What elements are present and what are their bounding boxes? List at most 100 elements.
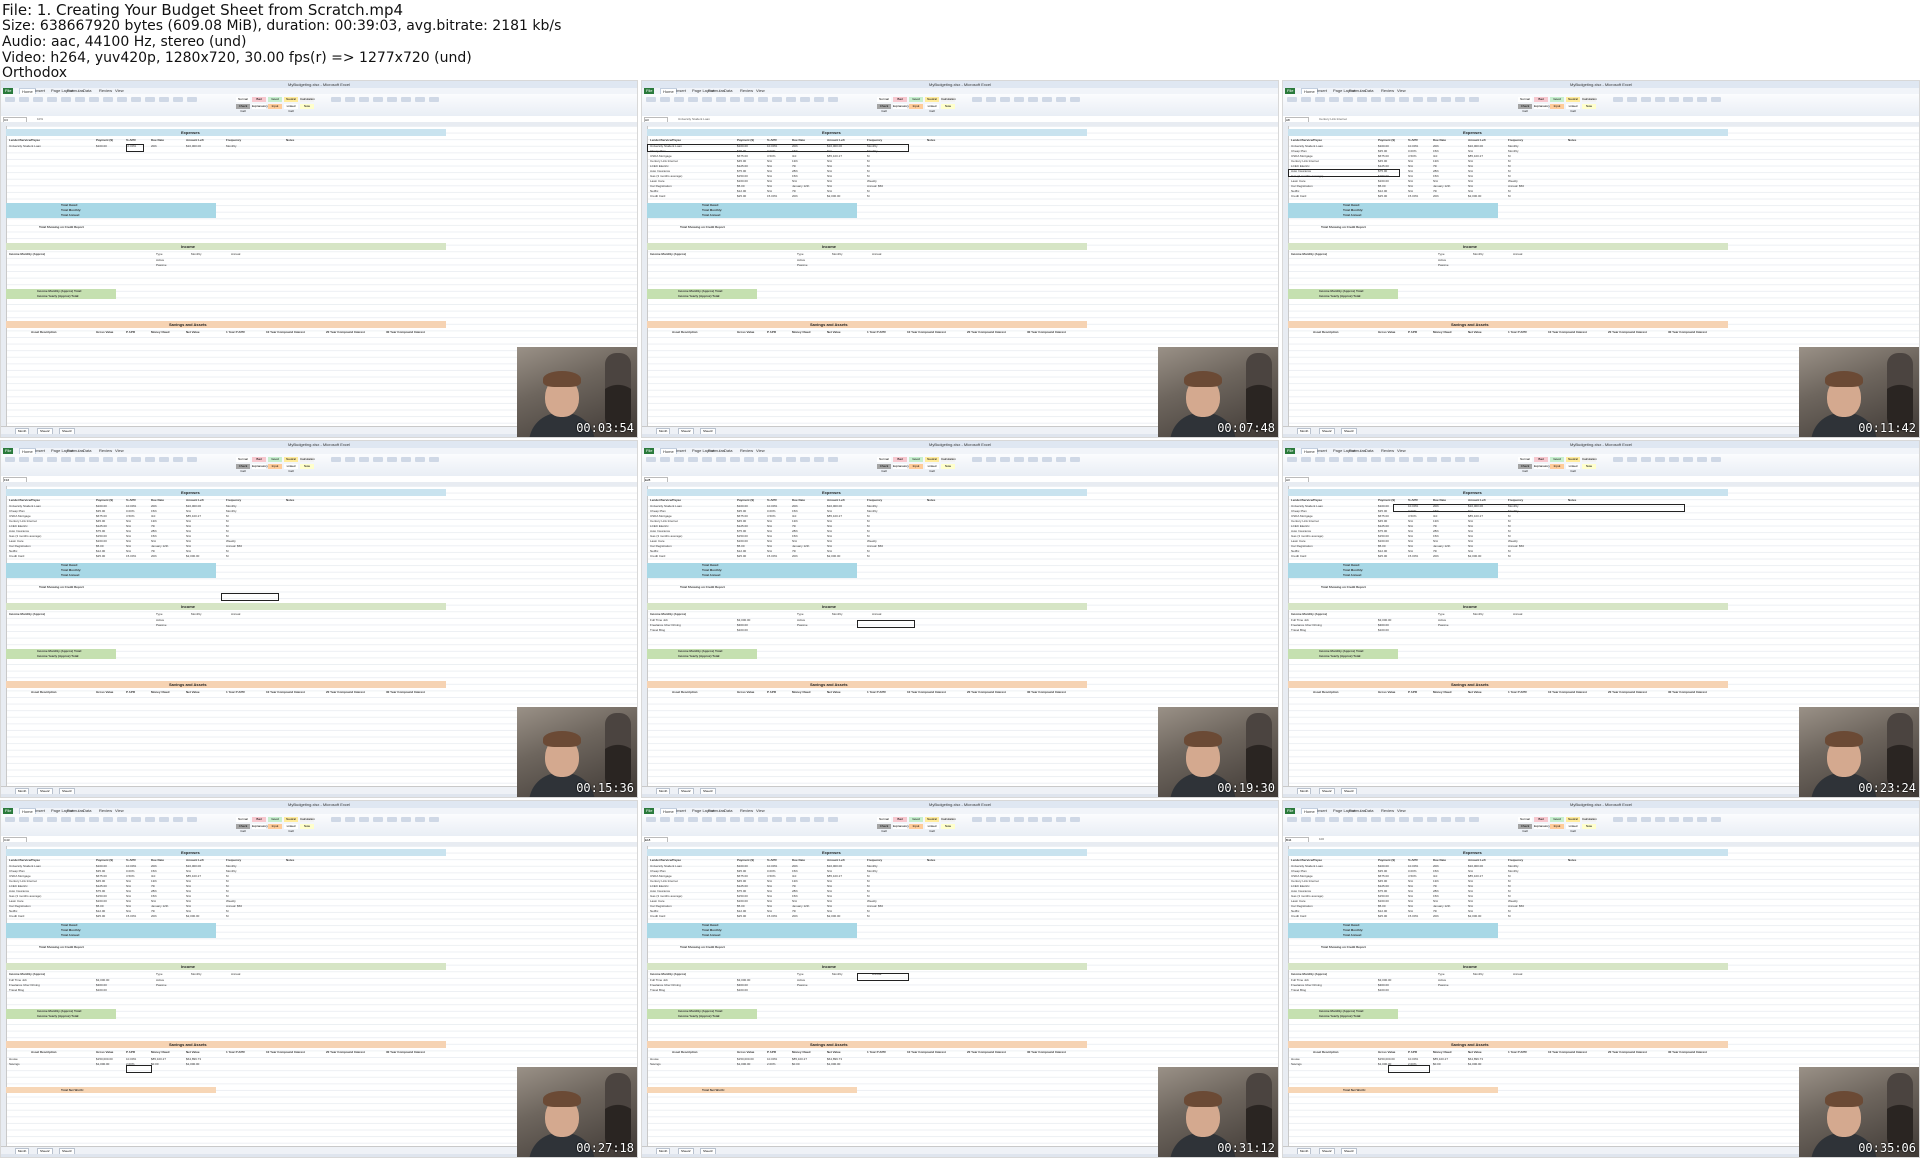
expense-cell[interactable]: N/A [126,909,131,913]
expense-cell[interactable]: 10.00% [126,504,136,508]
ribbon-button[interactable] [103,97,113,102]
expense-cell[interactable]: Auto Insurance [1291,889,1311,893]
cell-style[interactable]: Check Cell [1518,824,1532,833]
ribbon-button[interactable] [1655,817,1665,822]
cell-style[interactable]: Explanatory [252,824,268,829]
expense-cell[interactable]: Car Registration [650,184,672,188]
expense-cell[interactable]: N/A [1468,524,1473,528]
expense-cell[interactable]: N/A [1468,529,1473,533]
cell-style[interactable]: Bad [893,817,907,822]
cell-style[interactable]: Normal [1518,817,1532,822]
expense-cell[interactable]: $675.00 [737,874,748,878]
income-source[interactable]: Travel Blog [1291,628,1306,632]
income-amount[interactable]: $300.00 [737,623,748,627]
expense-cell[interactable]: N/A [126,899,131,903]
expense-cell[interactable]: 13th [1433,879,1439,883]
expense-cell[interactable]: N/A [1468,169,1473,173]
ribbon-button[interactable] [1613,817,1623,822]
expense-cell[interactable]: N/A [1408,189,1413,193]
ribbon-button[interactable] [730,97,740,102]
expense-cell[interactable]: 10.00% [767,864,777,868]
expense-cell[interactable]: N/A [827,519,832,523]
ribbon-button[interactable] [972,457,982,462]
ribbon-button[interactable] [702,817,712,822]
ribbon-button[interactable] [986,817,996,822]
income-amount[interactable]: $300.00 [737,983,748,987]
expense-cell[interactable]: N/A [1468,899,1473,903]
expense-cell[interactable]: N/A [767,909,772,913]
ribbon-button[interactable] [415,817,425,822]
expense-cell[interactable]: M [1508,889,1511,893]
expense-cell[interactable]: 3rd [1433,514,1437,518]
expense-cell[interactable]: $45.00 [96,519,105,523]
expense-cell[interactable]: Monthly [867,869,878,873]
expense-cell[interactable]: N/A [827,159,832,163]
expense-cell[interactable]: M [867,524,870,528]
expense-cell[interactable]: LCEC Electric [9,524,28,528]
ribbon-button[interactable] [828,97,838,102]
ribbon-button[interactable] [744,457,754,462]
ribbon-button[interactable] [986,457,996,462]
expense-cell[interactable]: 3.50% [1408,514,1417,518]
expense-cell[interactable]: Cheap Plan [650,869,666,873]
expense-cell[interactable]: N/A [1468,544,1473,548]
ribbon-button[interactable] [331,817,341,822]
expense-cell[interactable]: Weekly [226,539,236,543]
cell-style[interactable]: Note [300,824,314,829]
expense-cell[interactable]: $160.00 [737,539,748,543]
expense-cell[interactable]: $45.00 [737,519,746,523]
ribbon-button[interactable] [187,97,197,102]
ribbon-button[interactable] [1683,817,1693,822]
expense-cell[interactable]: $25.00 [737,194,746,198]
expense-cell[interactable]: Netflix [650,549,658,553]
expense-cell[interactable]: N/A [151,899,156,903]
ribbon-button[interactable] [716,97,726,102]
expense-cell[interactable]: Gas (3 months average) [9,534,41,538]
formula-input[interactable]: Century Link Internet [1319,117,1347,121]
income-source[interactable]: Travel Blog [9,988,24,992]
ribbon-button[interactable] [19,97,29,102]
expense-cell[interactable]: M [1508,534,1511,538]
expense-cell[interactable]: Lawn Care [650,539,665,543]
ribbon-button[interactable] [145,817,155,822]
income-source[interactable]: Full Time Job [1291,618,1309,622]
ribbon-button[interactable] [1711,97,1721,102]
expense-cell[interactable]: $5.00 [737,544,745,548]
expense-cell[interactable]: $675.00 [96,874,107,878]
cell-style[interactable]: Neutral [1566,817,1580,822]
expense-cell[interactable]: Lawn Care [650,179,665,183]
expense-cell[interactable]: M [867,894,870,898]
income-amount[interactable]: $300.00 [1378,623,1389,627]
ribbon-button[interactable] [758,457,768,462]
expense-cell[interactable]: Annual: $50 [1508,184,1524,188]
cell-style[interactable]: Explanatory [1534,464,1550,469]
ribbon-button[interactable] [159,97,169,102]
expense-cell[interactable]: N/A [1408,894,1413,898]
expense-cell[interactable]: $85,100.27 [827,154,842,158]
asset-cell[interactable]: $64,899.73 [186,1057,201,1061]
expense-cell[interactable]: M [1508,884,1511,888]
cell-style[interactable]: Bad [1534,457,1548,462]
expense-cell[interactable]: 13th [1433,519,1439,523]
expense-cell[interactable]: N/A [186,519,191,523]
expense-cell[interactable]: 15th [1433,174,1439,178]
expense-cell[interactable]: $25.00 [96,914,105,918]
ribbon-button[interactable] [1385,457,1395,462]
asset-cell[interactable]: $0.00 [1433,1062,1441,1066]
ribbon-button[interactable] [1000,817,1010,822]
cell-style[interactable]: Input [268,464,282,469]
expense-cell[interactable]: N/A [126,539,131,543]
expense-cell[interactable]: Cheap Plan [650,509,666,513]
expense-cell[interactable]: 7th [792,884,796,888]
expense-cell[interactable]: 7th [151,909,155,913]
ribbon-button[interactable] [1371,817,1381,822]
expense-cell[interactable]: M [226,894,229,898]
expense-cell[interactable]: Auto Insurance [650,889,670,893]
income-source[interactable]: Full Time Job [650,618,668,622]
expense-cell[interactable]: M [1508,879,1511,883]
ribbon-button[interactable] [1655,457,1665,462]
expense-cell[interactable]: 7th [151,884,155,888]
income-amount[interactable]: $3,000.00 [737,618,750,622]
ribbon-button[interactable] [173,97,183,102]
asset-cell[interactable]: Savings [1291,1062,1302,1066]
